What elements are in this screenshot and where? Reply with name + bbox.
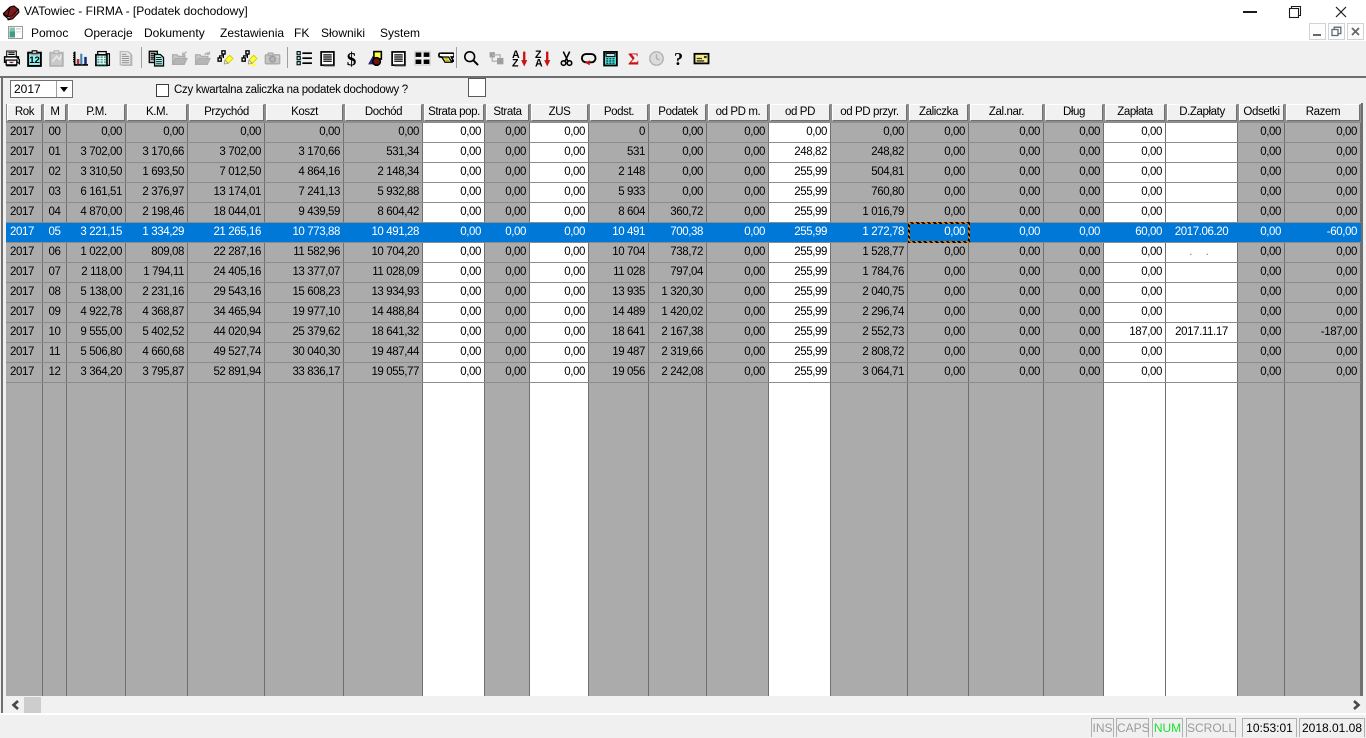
svg-text:?: ? bbox=[674, 50, 683, 67]
svg-text:12: 12 bbox=[29, 55, 40, 66]
svg-text:$: $ bbox=[347, 50, 357, 67]
svg-text:Z: Z bbox=[512, 57, 519, 67]
svg-text:A: A bbox=[535, 57, 543, 67]
svg-text:Σ: Σ bbox=[628, 50, 639, 67]
